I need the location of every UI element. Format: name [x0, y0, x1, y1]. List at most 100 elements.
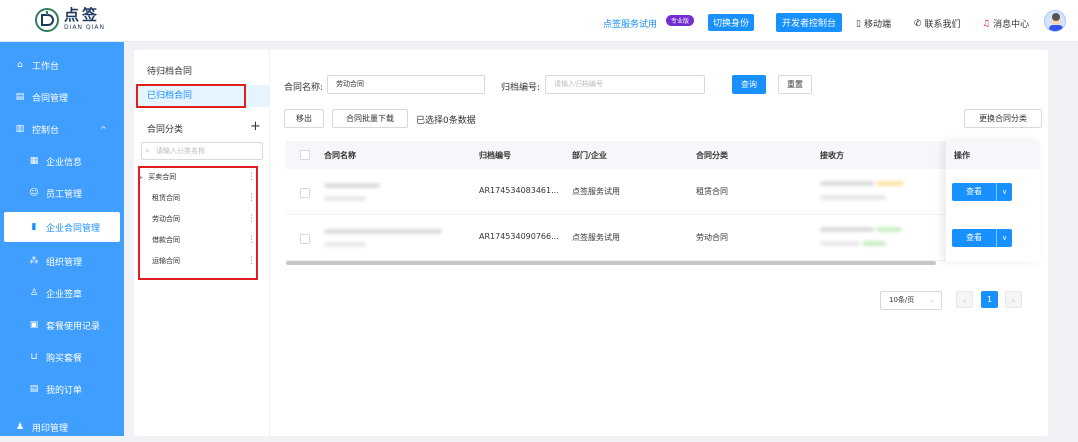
next-page-button[interactable]: ›: [1005, 291, 1022, 308]
category-title: 合同分类: [147, 125, 184, 135]
dept-cell: 点签服务试用: [572, 233, 620, 242]
archive-no-input[interactable]: 请输入归档编号: [545, 75, 705, 94]
sidebar-item-label: 企业签章: [46, 289, 83, 300]
search-icon: ⌕: [145, 146, 150, 155]
category-cell: 租赁合同: [696, 187, 728, 196]
sidebar-item-console[interactable]: ▥ 控制台 ^: [0, 114, 124, 144]
avatar-icon: [1049, 13, 1063, 31]
sidebar-item-organization[interactable]: ⁂ 组织管理: [0, 246, 124, 276]
sidebar-item-company-contracts[interactable]: ▮ 企业合同管理: [4, 212, 120, 242]
trial-company-link[interactable]: 点签服务试用: [603, 17, 657, 30]
category-cell: 劳动合同: [696, 233, 728, 242]
table-row: AR174534083461... 点签服务试用 租赁合同: [286, 169, 946, 215]
row-checkbox[interactable]: [300, 234, 310, 244]
sidebar-item-label: 购买套餐: [46, 353, 83, 364]
sidebar-item-orders[interactable]: ▤ 我的订单: [0, 374, 124, 404]
receiver-tag-redacted: [876, 181, 904, 186]
sidebar-item-label: 工作台: [32, 61, 60, 72]
sidebar-item-label: 合同管理: [32, 93, 69, 104]
more-vertical-icon[interactable]: ⋮: [247, 257, 256, 266]
chevron-down-icon[interactable]: ∨: [996, 183, 1012, 201]
category-item[interactable]: 劳动合同: [140, 209, 246, 229]
col-archive-no: 归档编号: [479, 151, 511, 160]
archive-no-cell: AR174534090766...: [479, 232, 559, 241]
view-label: 查看: [966, 187, 982, 196]
sidebar-item-seal[interactable]: ♙ 企业签章: [0, 278, 124, 308]
reset-button[interactable]: 重置: [778, 75, 812, 94]
col-category: 合同分类: [696, 151, 728, 160]
table-header: 合同名称 归档编号 部门/企业 合同分类 接收方: [286, 141, 1040, 169]
org-icon: ⁂: [29, 256, 39, 266]
contract-name-redacted: [324, 229, 442, 234]
selected-count-text: 已选择0条数据: [416, 116, 476, 126]
contract-name-label: 合同名称:: [284, 83, 324, 93]
change-category-button[interactable]: 更换合同分类: [964, 109, 1042, 128]
dept-cell: 点签服务试用: [572, 187, 620, 196]
batch-download-button[interactable]: 合同批量下载: [332, 109, 408, 128]
switch-identity-button[interactable]: 切换身份: [708, 14, 755, 31]
category-label: 运输合同: [152, 257, 180, 265]
category-item[interactable]: 租赁合同: [140, 188, 246, 208]
more-vertical-icon[interactable]: ⋮: [247, 194, 256, 203]
sidebar-item-label: 用印管理: [32, 423, 69, 434]
developer-console-button[interactable]: 开发者控制台: [776, 13, 843, 32]
document-icon: ▤: [15, 92, 25, 102]
sidebar-item-buy-package[interactable]: ⊔ 购买套餐: [0, 342, 124, 372]
home-icon: ⌂: [17, 60, 23, 70]
receiver-tag-redacted: [876, 227, 902, 232]
prev-page-button[interactable]: ‹: [956, 291, 973, 308]
contract-sub-redacted: [324, 196, 366, 201]
page-number-button[interactable]: 1: [981, 291, 998, 308]
view-button[interactable]: 查看 ∨: [952, 183, 1012, 201]
more-vertical-icon[interactable]: ⋮: [247, 236, 256, 245]
order-icon: ▤: [29, 384, 39, 394]
sidebar-item-seal-management[interactable]: ♟ 用印管理: [0, 412, 124, 442]
more-vertical-icon[interactable]: ⋮: [247, 173, 256, 182]
sidebar-item-staff[interactable]: ☺ 员工管理: [0, 178, 124, 208]
sidebar-item-label: 企业信息: [46, 157, 83, 168]
move-out-button[interactable]: 移出: [284, 109, 324, 128]
contract-name-input[interactable]: 劳动合同: [327, 75, 485, 94]
page-size-select[interactable]: 10条/页 ⌄: [880, 291, 942, 310]
receiver-sub-redacted: [820, 195, 886, 200]
sidebar-item-label: 控制台: [32, 125, 60, 136]
avatar[interactable]: [1044, 10, 1066, 32]
select-all-checkbox[interactable]: [300, 150, 310, 160]
logo-icon: [35, 8, 59, 32]
table-horizontal-scrollbar[interactable]: [286, 261, 936, 265]
chevron-down-icon[interactable]: ∨: [996, 229, 1012, 247]
message-center-link[interactable]: ♫ 消息中心: [982, 17, 1029, 31]
archive-no-label: 归档编号:: [501, 83, 541, 93]
caret-right-icon: ▸: [140, 174, 144, 181]
row-checkbox[interactable]: [300, 188, 310, 198]
col-operations: 操作: [954, 151, 970, 160]
category-item[interactable]: ▸ 买卖合同: [140, 167, 246, 187]
contact-label: 联系我们: [924, 20, 961, 30]
sidebar: ⌂ 工作台 ▤ 合同管理 ▥ 控制台 ^ ▦ 企业信息 ☺ 员工管理 ▮ 企业合…: [0, 42, 124, 436]
category-item[interactable]: 运输合同: [140, 251, 246, 271]
sidebar-item-label: 组织管理: [46, 257, 83, 268]
sidebar-item-usage-records[interactable]: ▣ 套餐使用记录: [0, 310, 124, 340]
receiver-redacted: [820, 181, 874, 186]
more-vertical-icon[interactable]: ⋮: [247, 215, 256, 224]
page-size-value: 10条/页: [889, 296, 915, 304]
contract-sub-redacted: [324, 242, 366, 247]
view-button[interactable]: 查看 ∨: [952, 229, 1012, 247]
mobile-icon: ▯: [856, 18, 861, 29]
contact-link[interactable]: ✆ 联系我们: [914, 17, 961, 31]
building-icon: ▦: [29, 156, 39, 166]
sidebar-item-company-info[interactable]: ▦ 企业信息: [0, 146, 124, 176]
tab-pending-archive[interactable]: 待归档合同: [134, 61, 270, 83]
phone-icon: ✆: [914, 18, 922, 29]
category-search-input[interactable]: ⌕ 请输入分类名称: [141, 142, 263, 160]
sidebar-item-workbench[interactable]: ⌂ 工作台: [0, 50, 124, 80]
user-icon: ☺: [29, 188, 39, 198]
stamp-icon: ♙: [29, 288, 39, 298]
search-button[interactable]: 查询: [732, 75, 766, 94]
logo-en: DIAN QIAN: [64, 24, 105, 31]
mobile-link[interactable]: ▯ 移动端: [856, 17, 891, 31]
sidebar-item-contracts[interactable]: ▤ 合同管理: [0, 82, 124, 112]
add-category-icon[interactable]: +: [250, 119, 261, 134]
category-item[interactable]: 借款合同: [140, 230, 246, 250]
top-header: 点签 DIAN QIAN 点签服务试用 专业版 切换身份 开发者控制台 ▯ 移动…: [0, 0, 1078, 42]
